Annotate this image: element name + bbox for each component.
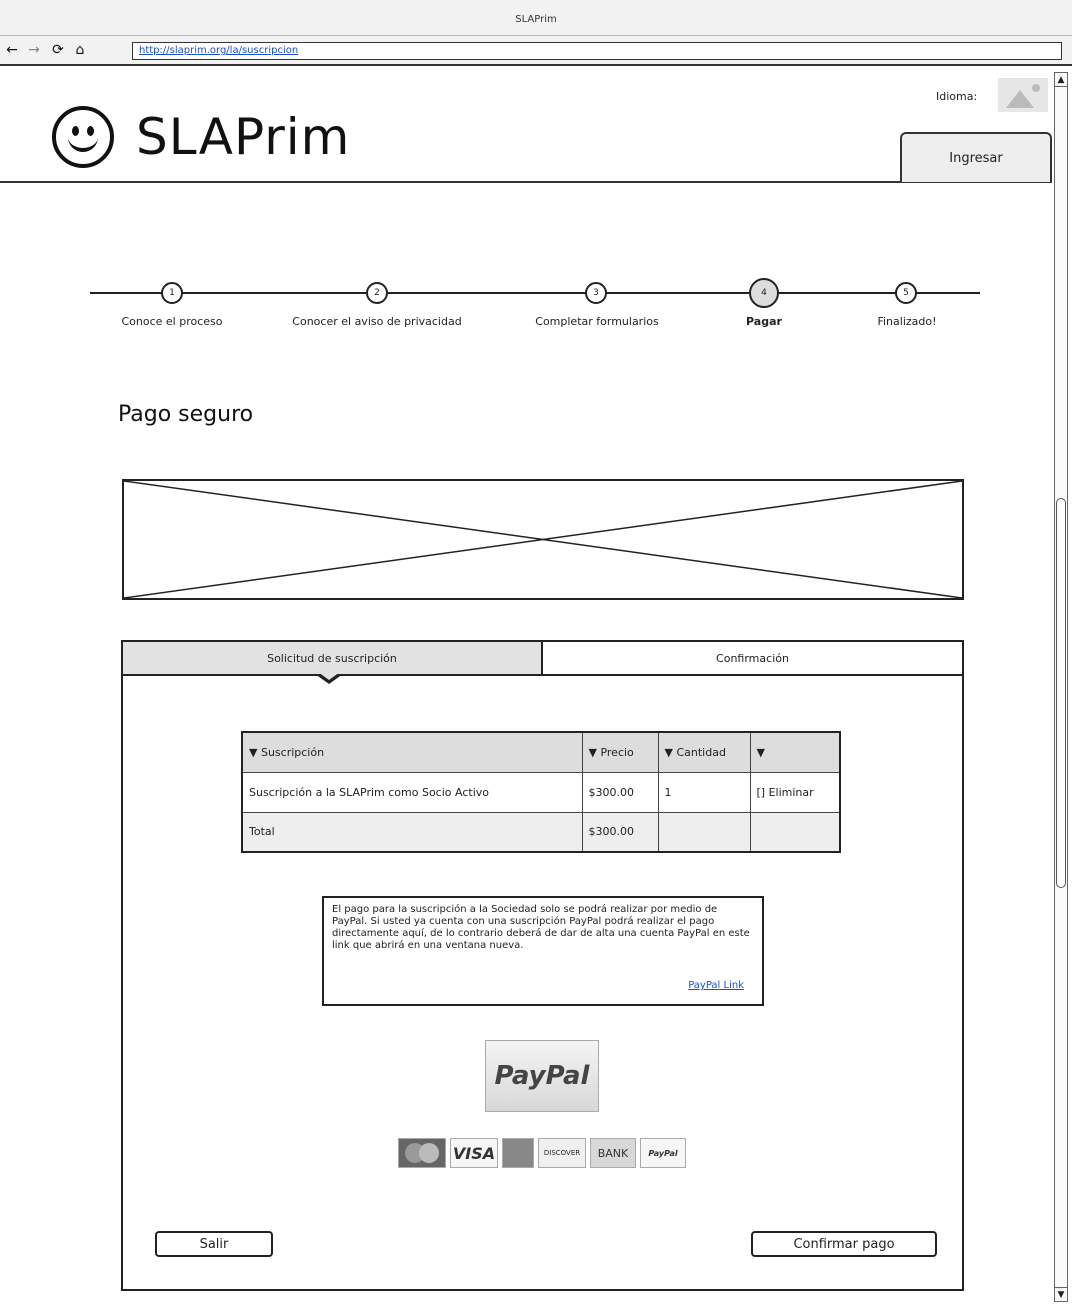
- vertical-scrollbar[interactable]: ▲ ▼: [1054, 72, 1068, 1302]
- back-icon[interactable]: ←: [4, 42, 20, 58]
- home-icon[interactable]: ⌂: [72, 42, 88, 58]
- forward-icon[interactable]: →: [26, 42, 42, 58]
- step-2-circle: 2: [366, 282, 388, 304]
- reload-icon[interactable]: ⟳: [50, 42, 66, 58]
- login-button[interactable]: Ingresar: [900, 132, 1052, 182]
- language-image-icon[interactable]: [998, 78, 1048, 112]
- browser-titlebar: SLAPrim: [0, 0, 1072, 36]
- discover-icon: DISCOVER: [538, 1138, 586, 1168]
- paypal-info-box: El pago para la suscripción a la Socieda…: [322, 896, 764, 1006]
- header-actions[interactable]: ▼: [749, 731, 841, 773]
- step-4-circle: 4: [749, 278, 779, 308]
- header-suscripcion[interactable]: ▼ Suscripción: [241, 731, 583, 773]
- paypal-info-text: El pago para la suscripción a la Socieda…: [332, 904, 750, 951]
- step-1-circle: 1: [161, 282, 183, 304]
- cell-price: $300.00: [581, 771, 659, 813]
- total-price: $300.00: [581, 811, 659, 853]
- mastercard-icon: [398, 1138, 446, 1168]
- scroll-up-icon[interactable]: ▲: [1055, 73, 1067, 87]
- total-empty-2: [749, 811, 841, 853]
- step-3-circle: 3: [585, 282, 607, 304]
- paypal-small-icon: PayPal: [640, 1138, 686, 1168]
- tab-confirmacion[interactable]: Confirmación: [543, 642, 962, 676]
- site-logo-text[interactable]: SLAPrim: [136, 108, 350, 166]
- confirm-payment-button[interactable]: Confirmar pago: [751, 1231, 937, 1257]
- visa-icon: VISA: [450, 1138, 498, 1168]
- bank-icon: BANK: [590, 1138, 636, 1168]
- table-header-row: ▼ Suscripción ▼ Precio ▼ Cantidad ▼: [241, 731, 841, 773]
- total-empty-1: [657, 811, 751, 853]
- exit-button[interactable]: Salir: [155, 1231, 273, 1257]
- step-2-label: Conocer el aviso de privacidad: [292, 315, 462, 328]
- url-text: http://slaprim.org/la/suscripcion: [139, 45, 299, 56]
- selected-tab-indicator: [315, 672, 343, 684]
- total-label: Total: [241, 811, 583, 853]
- cell-subscription-name: Suscripción a la SLAPrim como Socio Acti…: [241, 771, 583, 813]
- table-total-row: Total $300.00: [241, 811, 841, 853]
- step-5-circle: 5: [895, 282, 917, 304]
- window-title: SLAPrim: [515, 14, 557, 25]
- smiley-logo-icon: [52, 106, 114, 168]
- site-header: SLAPrim Idioma: Ingresar: [0, 68, 1052, 183]
- scroll-down-icon[interactable]: ▼: [1055, 1287, 1067, 1301]
- address-bar[interactable]: http://slaprim.org/la/suscripcion: [132, 42, 1062, 60]
- paypal-link[interactable]: PayPal Link: [688, 980, 744, 992]
- step-1-label: Conoce el proceso: [121, 315, 223, 328]
- amex-icon: [502, 1138, 534, 1168]
- cell-quantity[interactable]: 1: [657, 771, 751, 813]
- header-cantidad[interactable]: ▼ Cantidad: [657, 731, 751, 773]
- step-3-label: Completar formularios: [535, 315, 659, 328]
- scrollbar-thumb[interactable]: [1056, 498, 1066, 888]
- header-precio[interactable]: ▼ Precio: [581, 731, 659, 773]
- payment-methods: VISA DISCOVER BANK PayPal: [398, 1138, 686, 1170]
- table-row: Suscripción a la SLAPrim como Socio Acti…: [241, 771, 841, 813]
- tab-solicitud[interactable]: Solicitud de suscripción: [123, 642, 543, 676]
- language-label: Idioma:: [936, 90, 978, 103]
- remove-checkbox[interactable]: [] Eliminar: [749, 771, 841, 813]
- step-4-label: Pagar: [746, 315, 782, 328]
- progress-line: [90, 292, 980, 294]
- page-title: Pago seguro: [118, 402, 254, 427]
- image-placeholder: [122, 479, 964, 600]
- browser-navbar: ← → ⟳ ⌂ http://slaprim.org/la/suscripcio…: [0, 36, 1072, 66]
- paypal-button[interactable]: PayPal: [485, 1040, 599, 1112]
- subscription-table: ▼ Suscripción ▼ Precio ▼ Cantidad ▼ Susc…: [241, 731, 841, 853]
- step-5-label: Finalizado!: [877, 315, 937, 328]
